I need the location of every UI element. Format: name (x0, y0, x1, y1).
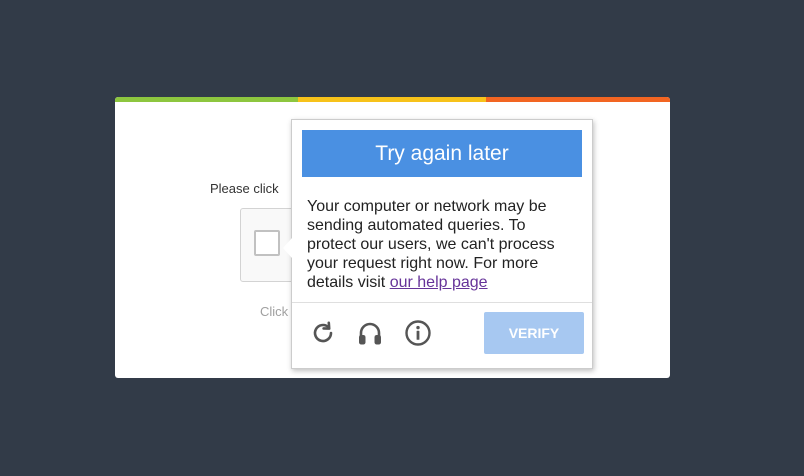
verify-button[interactable]: VERIFY (484, 312, 584, 354)
captcha-prompt-text: Please click (210, 181, 279, 196)
headphones-icon[interactable] (356, 319, 384, 347)
footer-divider (292, 302, 592, 303)
error-message: Your computer or network may be sending … (307, 197, 577, 292)
accent-stripe-yellow (298, 97, 486, 102)
popup-pointer (283, 238, 292, 258)
info-icon[interactable] (404, 319, 432, 347)
help-page-link[interactable]: our help page (390, 274, 488, 291)
captcha-hint-text: Click (260, 304, 289, 319)
accent-stripe-green (115, 97, 298, 102)
error-banner: Try again later (302, 130, 582, 177)
challenge-popup: Try again later Your computer or network… (283, 119, 593, 369)
im-not-a-robot-checkbox[interactable] (254, 230, 280, 256)
banner-title: Try again later (375, 141, 509, 165)
accent-stripe-orange (486, 97, 670, 102)
reload-icon[interactable] (309, 319, 337, 347)
